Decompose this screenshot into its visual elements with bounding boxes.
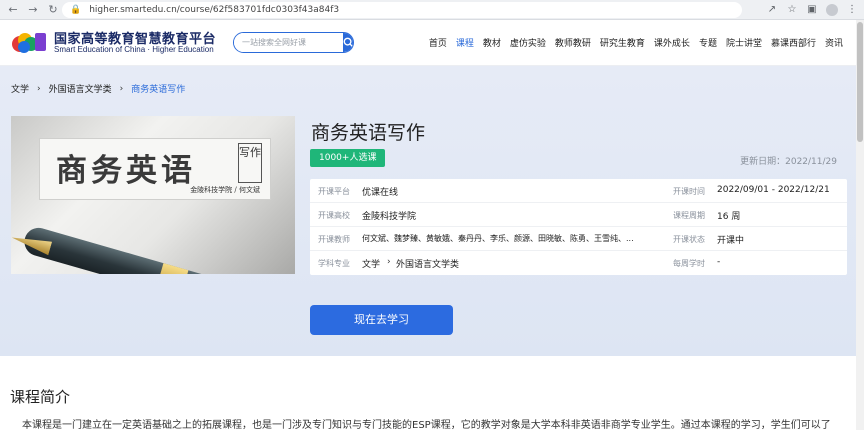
nav-item-graduate[interactable]: 研究生教育 bbox=[600, 36, 645, 49]
subject-value-1[interactable]: 文学 bbox=[362, 257, 380, 270]
forward-icon[interactable]: → bbox=[26, 3, 40, 17]
chevron-right-icon: › bbox=[37, 83, 41, 94]
info-row: 开课教师 何文斌、魏梦臻、黄敏娥、秦丹丹、李乐、颜源、田晓敏、陈勇、王雪纯、..… bbox=[310, 227, 847, 251]
nav-item-courses[interactable]: 课程 bbox=[456, 36, 474, 49]
platform-logo-icon[interactable] bbox=[11, 29, 47, 57]
update-date: 更新日期：2022/11/29 bbox=[740, 157, 837, 167]
period-value: 16 周 bbox=[717, 212, 741, 222]
profile-icon[interactable] bbox=[826, 4, 838, 16]
intro-text: 本课程是一门建立在一定英语基础之上的拓展课程，也是一门涉及专门知识与专门技能的E… bbox=[22, 420, 831, 431]
nav-item-home[interactable]: 首页 bbox=[429, 36, 447, 49]
sidebar-icon[interactable]: ▣ bbox=[806, 2, 818, 18]
url-text: higher.smartedu.cn/course/62f583701fdc03… bbox=[89, 5, 340, 15]
breadcrumb: 文学 › 外国语言文学类 › 商务英语写作 bbox=[11, 82, 186, 96]
cover-title: 商务英语 bbox=[56, 153, 196, 189]
share-icon[interactable]: ↗ bbox=[766, 2, 778, 18]
teachers-value[interactable]: 何文斌、魏梦臻、黄敏娥、秦丹丹、李乐、颜源、田晓敏、陈勇、王雪纯、... bbox=[362, 233, 662, 244]
nav-item-academician[interactable]: 院士讲堂 bbox=[726, 36, 762, 49]
course-info-panel: 开课平台 优课在线 开课时间 2022/09/01 - 2022/12/21 开… bbox=[310, 179, 847, 275]
nav-item-virtual-labs[interactable]: 虚仿实验 bbox=[510, 36, 546, 49]
cover-author: 金陵科技学院 / 何文斌 bbox=[190, 186, 260, 194]
site-header: 国家高等教育智慧教育平台 Smart Education of China · … bbox=[0, 20, 864, 66]
breadcrumb-foreign-languages[interactable]: 外国语言文学类 bbox=[49, 82, 112, 95]
pen-icon bbox=[21, 224, 295, 274]
info-row: 开课平台 优课在线 开课时间 2022/09/01 - 2022/12/21 bbox=[310, 179, 847, 203]
scrollbar-thumb[interactable] bbox=[857, 22, 863, 142]
address-bar[interactable]: 🔒 higher.smartedu.cn/course/62f583701fdc… bbox=[62, 2, 742, 18]
back-icon[interactable]: ← bbox=[6, 3, 20, 17]
reload-icon[interactable]: ↻ bbox=[46, 3, 60, 17]
chevron-right-icon: › bbox=[119, 83, 124, 94]
platform-value[interactable]: 优课在线 bbox=[362, 185, 398, 198]
nav-item-textbooks[interactable]: 教材 bbox=[483, 36, 501, 49]
search-input[interactable] bbox=[234, 33, 343, 52]
search-box bbox=[233, 32, 354, 53]
cover-badge: 写作 bbox=[238, 143, 262, 183]
school-value[interactable]: 金陵科技学院 bbox=[362, 209, 416, 222]
course-hero: 文学 › 外国语言文学类 › 商务英语写作 商务英语 写作 金陵科技学院 / 何… bbox=[0, 66, 856, 356]
time-label: 开课时间 bbox=[673, 187, 705, 196]
search-button[interactable] bbox=[343, 33, 353, 52]
nav-item-extracurricular[interactable]: 课外成长 bbox=[654, 36, 690, 49]
main-nav: 首页 课程 教材 虚仿实验 教师教研 研究生教育 课外成长 专题 院士讲堂 慕课… bbox=[429, 36, 843, 49]
info-row: 开课高校 金陵科技学院 课程周期 16 周 bbox=[310, 203, 847, 227]
lock-icon: 🔒 bbox=[70, 5, 82, 15]
subject-label: 学科专业 bbox=[318, 259, 350, 268]
hours-label: 每周学时 bbox=[673, 259, 705, 268]
time-value: 2022/09/01 - 2022/12/21 bbox=[717, 185, 830, 195]
browser-toolbar: ← → ↻ 🔒 higher.smartedu.cn/course/62f583… bbox=[0, 0, 864, 20]
school-label: 开课高校 bbox=[318, 211, 350, 220]
breadcrumb-current: 商务英语写作 bbox=[131, 85, 186, 95]
search-icon bbox=[343, 37, 353, 48]
course-title: 商务英语写作 bbox=[311, 122, 426, 144]
logo-subtitle: Smart Education of China · Higher Educat… bbox=[54, 45, 214, 54]
status-label: 开课状态 bbox=[673, 235, 705, 244]
status-value: 开课中 bbox=[717, 236, 745, 246]
nav-item-topics[interactable]: 专题 bbox=[699, 36, 717, 49]
subject-value-2[interactable]: 外国语言文学类 bbox=[396, 257, 459, 270]
hours-value: - bbox=[717, 257, 721, 267]
enroll-count-badge: 1000+人选课 bbox=[310, 149, 386, 167]
cover-title-card: 商务英语 写作 金陵科技学院 / 何文斌 bbox=[39, 138, 271, 200]
study-now-button[interactable]: 现在去学习 bbox=[310, 305, 453, 335]
breadcrumb-literature[interactable]: 文学 bbox=[11, 82, 29, 95]
nav-item-news[interactable]: 资讯 bbox=[825, 36, 843, 49]
period-label: 课程周期 bbox=[673, 211, 705, 220]
star-icon[interactable]: ☆ bbox=[786, 2, 798, 18]
nav-item-teacher-research[interactable]: 教师教研 bbox=[555, 36, 591, 49]
chevron-right-icon: › bbox=[387, 257, 391, 267]
menu-icon[interactable]: ⋮ bbox=[846, 2, 858, 18]
nav-item-mooc-west[interactable]: 慕课西部行 bbox=[771, 36, 816, 49]
info-row: 学科专业 文学 › 外国语言文学类 每周学时 - bbox=[310, 251, 847, 275]
intro-heading: 课程简介 bbox=[10, 388, 71, 406]
course-cover-image: 商务英语 写作 金陵科技学院 / 何文斌 bbox=[11, 116, 295, 274]
platform-label: 开课平台 bbox=[318, 187, 350, 196]
teachers-label: 开课教师 bbox=[318, 235, 350, 244]
